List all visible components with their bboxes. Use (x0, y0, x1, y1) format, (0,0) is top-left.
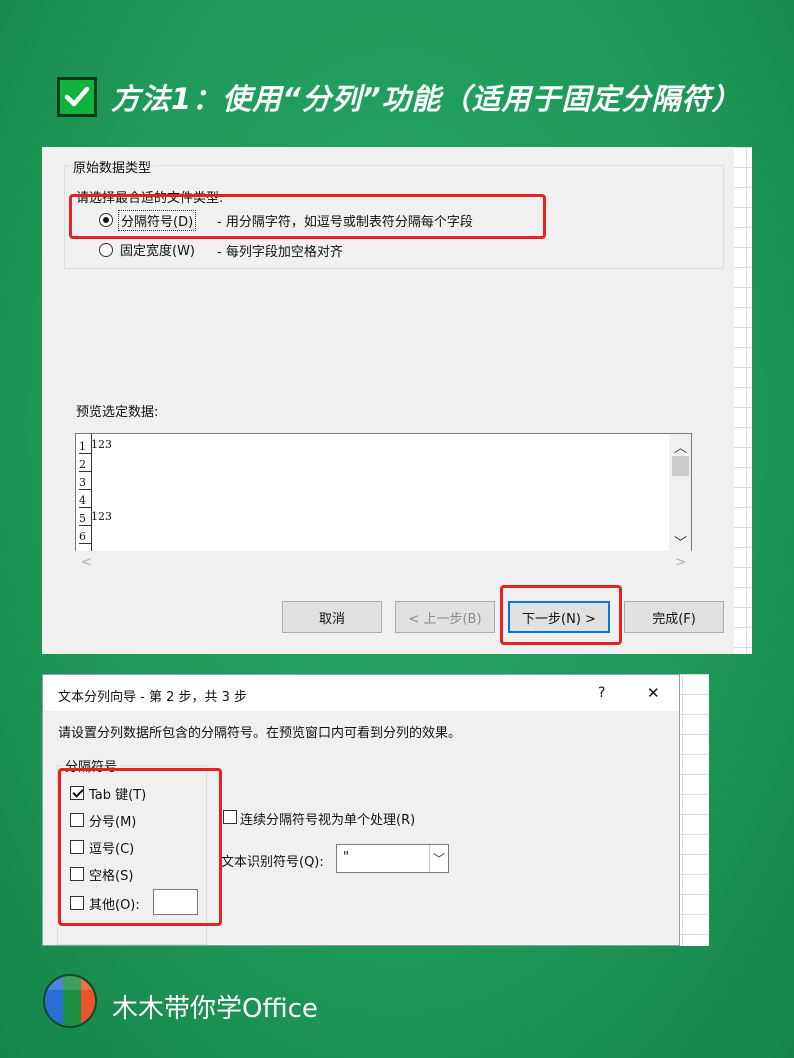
text-qualifier-select[interactable]: " ﹀ (336, 844, 449, 873)
help-icon[interactable]: ? (598, 685, 605, 701)
preview-label: 预览选定数据: (76, 405, 159, 420)
preview-pane[interactable]: 1 123 2 3 4 5 123 6 ︿ ﹀ (75, 433, 692, 551)
brand-name: 木木带你学Office (112, 994, 318, 1024)
preview-row: 5 123 (76, 510, 691, 528)
horizontal-scrollbar[interactable]: < > (75, 551, 692, 575)
scroll-down-icon[interactable]: ﹀ (674, 532, 687, 551)
preview-row: 3 (76, 474, 691, 492)
scroll-right-icon[interactable]: > (675, 555, 686, 570)
dropdown-arrow[interactable]: ﹀ (429, 845, 448, 872)
preview-row-number: 5 (79, 512, 91, 526)
vertical-scrollbar[interactable]: ︿ ﹀ (669, 434, 691, 551)
preview-row: 2 (76, 456, 691, 474)
fixed-width-desc: - 每列字段加空格对齐 (217, 245, 343, 260)
dialog-title: 文本分列向导 - 第 2 步，共 3 步 (58, 690, 248, 705)
preview-row: 6 (76, 528, 691, 546)
page-heading: 方法1：使用“分列”功能（适用于固定分隔符） (57, 74, 742, 120)
preview-row-number: 1 (79, 440, 91, 454)
fixed-width-radio[interactable] (99, 243, 113, 257)
instruction-text: 请设置分列数据所包含的分隔符号。在预览窗口内可看到分列的效果。 (58, 726, 462, 741)
highlight-next-button (500, 585, 622, 645)
highlight-delimited-option (69, 194, 546, 239)
highlight-delimiter-group (58, 768, 222, 926)
text-qualifier-label: 文本识别符号(Q): (221, 855, 324, 870)
checkmark-icon (57, 77, 97, 117)
fixed-width-label[interactable]: 固定宽度(W) (120, 240, 195, 259)
heading-title: 方法1：使用“分列”功能（适用于固定分隔符） (111, 82, 742, 116)
preview-row: 1 123 (76, 438, 691, 456)
preview-row-text: 123 (91, 510, 112, 523)
preview-row-number: 2 (79, 458, 91, 472)
consecutive-checkbox[interactable] (223, 810, 237, 824)
scroll-left-icon[interactable]: < (81, 555, 92, 570)
back-button[interactable]: < 上一步(B) (395, 601, 495, 633)
finish-button[interactable]: 完成(F) (624, 601, 724, 633)
cancel-button[interactable]: 取消 (282, 601, 382, 633)
title-bar: 文本分列向导 - 第 2 步，共 3 步 ? ✕ (43, 675, 679, 711)
preview-row-text: 123 (91, 438, 112, 451)
preview-gutter-line (91, 434, 92, 551)
preview-row: 4 (76, 492, 691, 510)
chevron-down-icon: ﹀ (433, 852, 446, 866)
preview-row-number: 3 (79, 476, 91, 490)
preview-row-number: 4 (79, 494, 91, 508)
consecutive-label[interactable]: 连续分隔符号视为单个处理(R) (240, 809, 415, 828)
scrollbar-thumb[interactable] (672, 456, 689, 476)
close-icon[interactable]: ✕ (647, 684, 660, 702)
data-type-group-title: 原始数据类型 (70, 157, 155, 176)
preview-row-number: 6 (79, 530, 91, 544)
scroll-up-icon[interactable]: ︿ (674, 437, 687, 456)
brand-logo-icon (43, 974, 97, 1028)
text-qualifier-value: " (343, 850, 349, 865)
